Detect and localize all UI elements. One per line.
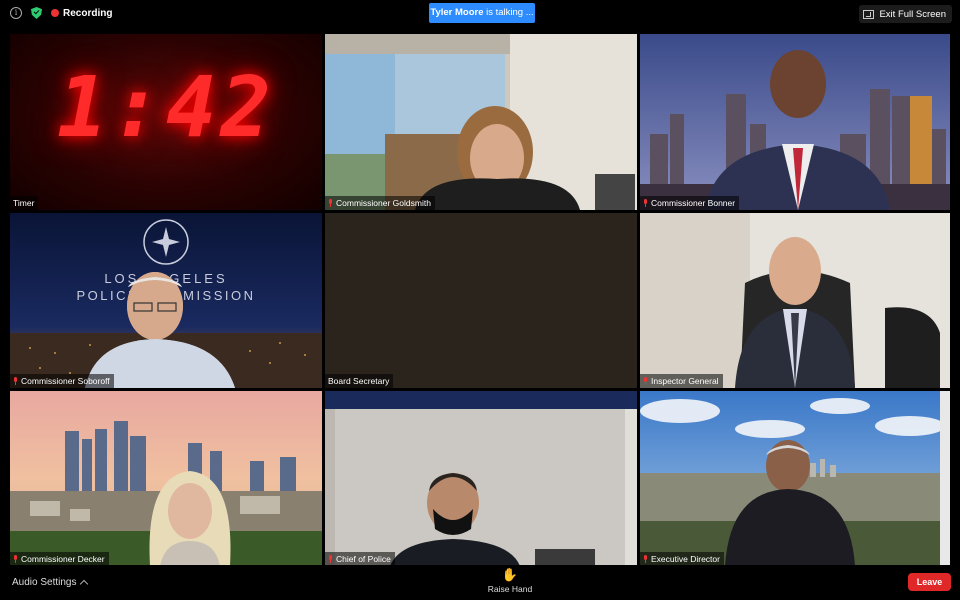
participant-name: Commissioner Bonner — [651, 198, 736, 208]
participant-video — [10, 391, 322, 566]
participant-name-tag: Executive Director — [640, 552, 724, 566]
participant-name: Timer — [13, 198, 35, 208]
participant-video — [640, 34, 950, 210]
record-dot-icon — [51, 9, 59, 17]
exit-fullscreen-label: Exit Full Screen — [879, 8, 946, 20]
shield-icon[interactable] — [31, 7, 42, 19]
video-tile-board-secretary[interactable]: Board Secretary — [325, 213, 637, 388]
participant-foreground — [85, 272, 235, 388]
exit-fullscreen-icon — [863, 9, 875, 19]
video-tile-executive-director[interactable]: Executive Director — [640, 391, 950, 566]
participant-name-tag: Commissioner Goldsmith — [325, 196, 435, 210]
video-tile-decker[interactable]: Commissioner Decker — [10, 391, 322, 566]
hand-icon: ✋ — [501, 567, 519, 582]
active-speaker-name: Tyler Moore — [430, 7, 484, 18]
mic-muted-icon — [643, 199, 648, 207]
video-tile-timer[interactable]: 1:42 Timer — [10, 34, 322, 210]
raise-hand-label: Raise Hand — [487, 584, 533, 594]
participant-name-tag: Inspector General — [640, 374, 723, 388]
participant-video — [640, 213, 950, 388]
recording-label: Recording — [63, 7, 113, 19]
participant-name: Commissioner Goldsmith — [336, 198, 431, 208]
participant-name-tag: Commissioner Soboroff — [10, 374, 114, 388]
participant-video — [640, 391, 950, 566]
leave-button[interactable]: Leave — [908, 573, 951, 591]
video-tile-chief-of-police[interactable]: Chief of Police — [325, 391, 637, 566]
participant-name: Commissioner Decker — [21, 554, 105, 564]
mic-muted-icon — [13, 555, 18, 563]
exit-fullscreen-button[interactable]: Exit Full Screen — [859, 5, 952, 23]
participant-name-tag: Board Secretary — [325, 374, 394, 388]
mic-muted-icon — [328, 555, 333, 563]
participant-name-tag: Timer — [10, 196, 39, 210]
participant-name: Commissioner Soboroff — [21, 376, 110, 386]
participant-name: Board Secretary — [328, 376, 390, 386]
mic-muted-icon — [328, 199, 333, 207]
participant-video — [325, 34, 637, 210]
video-tile-bonner[interactable]: Commissioner Bonner — [640, 34, 950, 210]
top-toolbar: i Recording Tyler Moore is talking ... E… — [0, 0, 960, 28]
mic-muted-icon — [643, 377, 648, 385]
recording-indicator[interactable]: Recording — [51, 8, 112, 19]
raise-hand-button[interactable]: ✋ Raise Hand — [480, 567, 540, 595]
mic-muted-icon — [643, 555, 648, 563]
participant-video — [325, 391, 637, 566]
meeting-status: i Recording — [10, 7, 112, 19]
participant-name: Executive Director — [651, 554, 720, 564]
info-icon[interactable]: i — [10, 7, 22, 19]
audio-settings-label: Audio Settings — [12, 577, 77, 588]
active-speaker-banner: Tyler Moore is talking ... — [429, 3, 535, 23]
bottom-toolbar: Audio Settings ✋ Raise Hand Leave — [0, 565, 960, 600]
timer-display: 1:42 — [56, 58, 276, 156]
audio-settings-button[interactable]: Audio Settings — [12, 577, 88, 589]
video-tile-soboroff[interactable]: LOS ANGELES POLICE COMMISSION Commission… — [10, 213, 322, 388]
participant-name: Inspector General — [651, 376, 719, 386]
participant-name-tag: Commissioner Decker — [10, 552, 109, 566]
participant-name-tag: Chief of Police — [325, 552, 395, 566]
participant-name: Chief of Police — [336, 554, 391, 564]
active-speaker-suffix: is talking ... — [483, 7, 534, 18]
mic-muted-icon — [13, 377, 18, 385]
participant-name-tag: Commissioner Bonner — [640, 196, 740, 210]
video-tile-goldsmith[interactable]: Commissioner Goldsmith — [325, 34, 637, 210]
video-tile-inspector-general[interactable]: Inspector General — [640, 213, 950, 388]
chevron-up-icon — [79, 579, 88, 589]
